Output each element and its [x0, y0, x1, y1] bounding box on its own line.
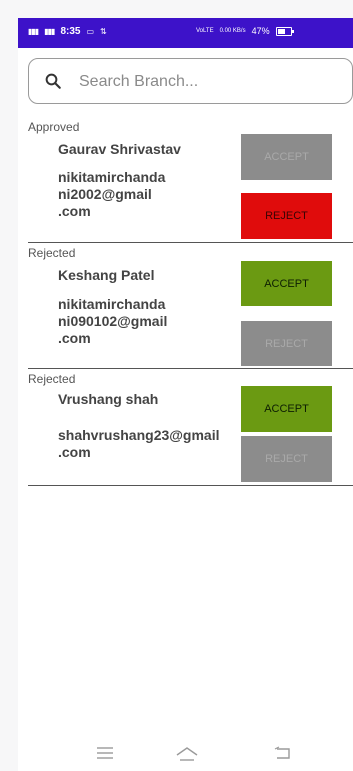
- email-line: nikitamirchanda: [58, 169, 166, 185]
- reject-button[interactable]: REJECT: [241, 193, 332, 239]
- email-line: ni090102@gmail: [58, 313, 168, 329]
- status-left: ▮▮▮ ▮▮▮ 8:35 ▭ ⇅: [28, 26, 107, 37]
- status-right: VoLTE 0.00 KB/s 47%: [196, 26, 294, 36]
- request-status: Approved: [28, 120, 80, 134]
- battery-percent: 47%: [251, 26, 270, 36]
- request-status: Rejected: [28, 246, 76, 260]
- phone-screen: ▮▮▮ ▮▮▮ 8:35 ▭ ⇅ VoLTE 0.00 KB/s 47% App…: [18, 18, 353, 771]
- status-bar: ▮▮▮ ▮▮▮ 8:35 ▭ ⇅ VoLTE 0.00 KB/s 47%: [18, 18, 353, 48]
- request-card: Approved Gaurav Shrivastav nikitamirchan…: [28, 118, 353, 243]
- reject-button[interactable]: REJECT: [241, 321, 332, 366]
- home-icon[interactable]: [175, 746, 199, 762]
- back-icon[interactable]: [273, 746, 293, 760]
- email-line: shahvrushang23@gmail: [58, 427, 220, 443]
- request-card: Rejected Vrushang shah shahvrushang23@gm…: [28, 370, 353, 486]
- request-email: nikitamirchanda ni090102@gmail .com: [58, 296, 233, 347]
- request-status: Rejected: [28, 372, 76, 386]
- request-email: nikitamirchanda ni2002@gmail .com: [58, 169, 233, 220]
- sync-icon: ⇅: [100, 27, 107, 36]
- email-line: nikitamirchanda: [58, 296, 166, 312]
- accept-button[interactable]: ACCEPT: [241, 261, 332, 306]
- screenshot-icon: ▭: [86, 27, 95, 36]
- volte-indicator: VoLTE: [196, 28, 214, 34]
- email-line: ni2002@gmail: [58, 186, 152, 202]
- request-email: shahvrushang23@gmail .com: [58, 427, 238, 461]
- net-speed: 0.00 KB/s: [219, 28, 246, 34]
- email-line: .com: [58, 444, 91, 460]
- battery-icon: [275, 26, 294, 36]
- signal-icon-2: ▮▮▮: [44, 27, 55, 36]
- search-box[interactable]: [28, 58, 353, 104]
- request-card: Rejected Keshang Patel nikitamirchanda n…: [28, 244, 353, 369]
- request-name: Keshang Patel: [58, 267, 155, 283]
- email-line: .com: [58, 203, 91, 219]
- navigation-bar: [18, 740, 353, 771]
- accept-button[interactable]: ACCEPT: [241, 386, 332, 432]
- menu-icon[interactable]: [95, 746, 115, 760]
- status-time: 8:35: [60, 26, 81, 37]
- request-name: Gaurav Shrivastav: [58, 141, 181, 157]
- accept-button[interactable]: ACCEPT: [241, 134, 332, 180]
- search-icon: [45, 73, 61, 89]
- request-name: Vrushang shah: [58, 391, 159, 407]
- signal-icon: ▮▮▮: [28, 27, 39, 36]
- search-input[interactable]: [77, 69, 341, 95]
- reject-button[interactable]: REJECT: [241, 436, 332, 482]
- email-line: .com: [58, 330, 91, 346]
